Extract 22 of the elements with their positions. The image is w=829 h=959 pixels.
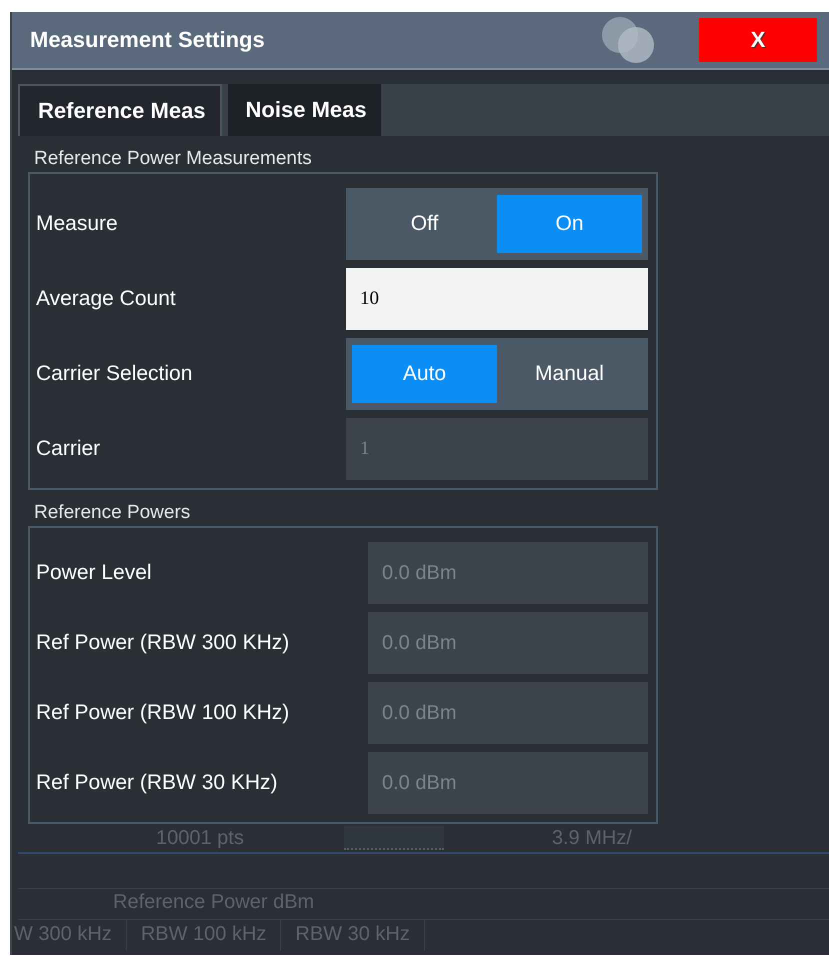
- value-field: 0.0 dBm: [368, 682, 648, 744]
- field-label: Measure: [36, 212, 118, 236]
- field-label: Average Count: [36, 287, 176, 311]
- tab[interactable]: Reference Meas: [18, 84, 222, 136]
- field-label: Ref Power (RBW 100 KHz): [36, 701, 290, 725]
- tab[interactable]: Noise Meas: [228, 84, 381, 136]
- field-label: Carrier Selection: [36, 362, 192, 386]
- window-title: Measurement Settings: [30, 27, 266, 53]
- field-label: Power Level: [36, 561, 152, 585]
- input-field: 1: [346, 418, 648, 480]
- section-title: Reference Powers: [33, 501, 192, 525]
- toggle-option[interactable]: Off: [352, 195, 497, 253]
- section-title: Reference Power Measurements: [33, 147, 313, 171]
- toggle-option[interactable]: Manual: [497, 345, 642, 403]
- close-button[interactable]: X: [699, 18, 817, 62]
- value-field: 0.0 dBm: [368, 612, 648, 674]
- field-label: Ref Power (RBW 300 KHz): [36, 631, 290, 655]
- field-label: Carrier: [36, 437, 100, 461]
- value-field: 0.0 dBm: [368, 752, 648, 814]
- field-label: Ref Power (RBW 30 KHz): [36, 771, 278, 795]
- value-field: 0.0 dBm: [368, 542, 648, 604]
- input-field[interactable]: 10: [346, 268, 648, 330]
